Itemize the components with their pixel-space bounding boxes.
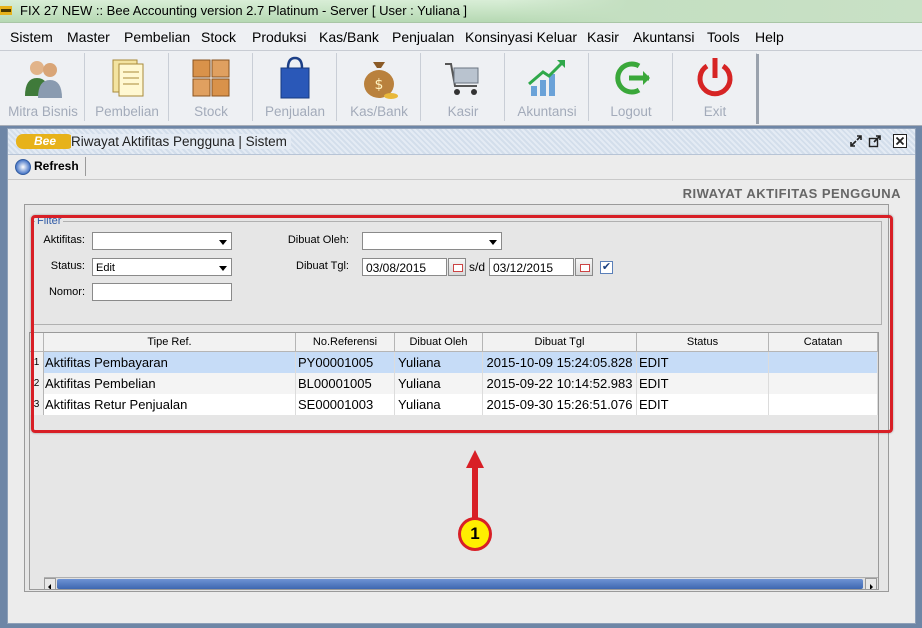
app-logo-icon — [0, 6, 12, 15]
toolbar-exit-button[interactable]: Exit — [674, 53, 757, 121]
scroll-left-button[interactable] — [44, 578, 56, 589]
menu-stock[interactable]: Stock — [201, 29, 236, 45]
shopping-bag-icon — [280, 56, 310, 99]
app-title: FIX 27 NEW :: Bee Accounting version 2.7… — [20, 3, 468, 18]
callout-badge: 1 — [458, 517, 492, 551]
menu-sistem[interactable]: Sistem — [10, 29, 53, 45]
maximize-icon[interactable] — [868, 134, 882, 148]
power-icon — [697, 58, 733, 97]
menu-konsinyasi-keluar[interactable]: Konsinyasi Keluar — [465, 29, 577, 45]
report-title: RIWAYAT AKTIFITAS PENGGUNA — [682, 186, 901, 201]
window-toolbar: Refresh — [8, 155, 915, 180]
toolbar-kas-bank-button[interactable]: $ Kas/Bank — [338, 53, 421, 121]
chevron-right-icon — [870, 584, 873, 589]
menu-bar: Sistem Master Pembelian Stock Produksi K… — [0, 23, 922, 51]
close-icon[interactable] — [893, 134, 907, 148]
logout-icon — [615, 61, 650, 95]
menu-kas-bank[interactable]: Kas/Bank — [319, 29, 379, 45]
users-icon — [25, 61, 62, 98]
refresh-icon — [15, 159, 31, 175]
arrow-up-icon — [466, 450, 484, 520]
menu-master[interactable]: Master — [67, 29, 110, 45]
window-title-bar: Bee Riwayat Aktifitas Pengguna | Sistem — [8, 129, 915, 155]
svg-text:$: $ — [375, 77, 384, 93]
main-toolbar: Mitra Bisnis Pembelian Stock Penjualan $… — [0, 51, 922, 126]
documents-icon — [112, 59, 144, 97]
scrollbar-thumb[interactable] — [57, 579, 863, 589]
growth-chart-icon — [528, 60, 565, 96]
money-bag-icon: $ — [364, 62, 398, 99]
menu-produksi[interactable]: Produksi — [252, 29, 306, 45]
cart-icon — [445, 63, 479, 95]
menu-akuntansi[interactable]: Akuntansi — [633, 29, 694, 45]
scroll-right-button[interactable] — [865, 578, 877, 589]
toolbar-logout-button[interactable]: Logout — [590, 53, 673, 121]
bee-logo: Bee — [16, 134, 74, 149]
window-title: Riwayat Aktifitas Pengguna | Sistem — [71, 134, 291, 149]
toolbar-akuntansi-button[interactable]: Akuntansi — [506, 53, 589, 121]
chevron-left-icon — [48, 584, 51, 589]
toolbar-pembelian-button[interactable]: Pembelian — [86, 53, 169, 121]
toolbar-penjualan-button[interactable]: Penjualan — [254, 53, 337, 121]
menu-penjualan[interactable]: Penjualan — [392, 29, 454, 45]
toolbar-mitra-bisnis-button[interactable]: Mitra Bisnis — [2, 53, 85, 121]
restore-icon[interactable] — [849, 134, 863, 148]
toolbar-kasir-button[interactable]: Kasir — [422, 53, 505, 121]
highlight-box — [31, 215, 893, 433]
menu-help[interactable]: Help — [755, 29, 784, 45]
menu-pembelian[interactable]: Pembelian — [124, 29, 190, 45]
horizontal-scrollbar[interactable] — [44, 577, 878, 589]
toolbar-stock-button[interactable]: Stock — [170, 53, 253, 121]
refresh-button[interactable]: Refresh — [12, 157, 86, 176]
menu-tools[interactable]: Tools — [707, 29, 740, 45]
menu-kasir[interactable]: Kasir — [587, 29, 619, 45]
boxes-icon — [192, 59, 230, 97]
app-title-bar: FIX 27 NEW :: Bee Accounting version 2.7… — [0, 0, 922, 23]
